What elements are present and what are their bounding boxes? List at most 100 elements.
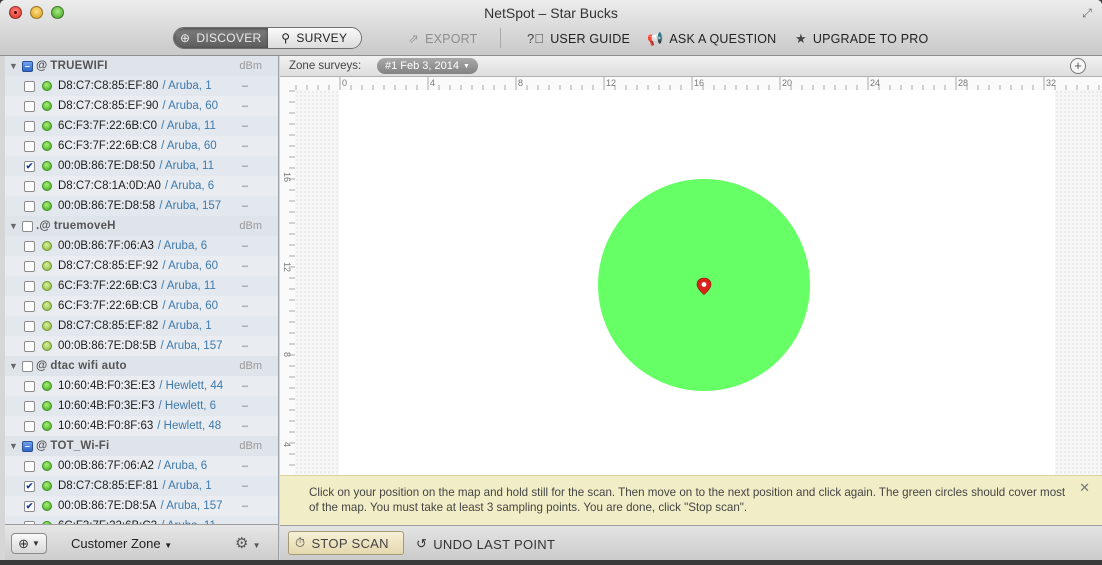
signal-status-icon	[42, 81, 52, 91]
access-point-checkbox[interactable]	[24, 260, 35, 272]
access-point-checkbox[interactable]	[24, 140, 35, 152]
disclosure-triangle-icon[interactable]: ▼	[9, 361, 21, 371]
signal-status-icon	[42, 161, 52, 171]
access-point-row[interactable]: 6C:F3:7F:22:6B:C3/ Aruba, 11 –	[5, 276, 278, 296]
signal-status-icon	[42, 501, 52, 511]
export-button[interactable]: ⇗ EXPORT	[408, 31, 477, 47]
window-bottom-edge	[0, 560, 1102, 565]
bssid: D8:C7:C8:85:EF:90	[58, 100, 159, 112]
access-point-row[interactable]: ✔ 00:0B:86:7E:D8:5A / Aruba, 157 –	[5, 496, 278, 516]
access-point-row[interactable]: D8:C7:C8:1A:0D:A0/ Aruba, 6 –	[5, 176, 278, 196]
signal-status-icon	[42, 201, 52, 211]
group-name: @	[36, 360, 48, 372]
disclosure-triangle-icon[interactable]: ▼	[9, 61, 21, 71]
access-point-row[interactable]: 00:0B:86:7E:D8:58/ Aruba, 157 –	[5, 196, 278, 216]
access-point-row[interactable]: 10:60:4B:F0:8F:63/ Hewlett, 48 –	[5, 416, 278, 436]
group-checkbox[interactable]	[22, 360, 33, 372]
access-point-checkbox[interactable]	[24, 380, 35, 392]
access-point-checkbox[interactable]	[24, 340, 35, 352]
network-group[interactable]: ▼ @ dtac wifi auto dBm	[5, 356, 278, 376]
group-checkbox[interactable]: –	[22, 440, 33, 452]
access-point-checkbox[interactable]	[24, 400, 35, 412]
ruler-top: 0 4 8 12 16 20 24 28 32	[295, 77, 1100, 90]
add-survey-button[interactable]: +	[1070, 58, 1086, 74]
group-checkbox[interactable]: –	[22, 60, 33, 72]
access-point-row[interactable]: 6C:F3:7F:22:6B:C8/ Aruba, 60 –	[5, 136, 278, 156]
access-point-row[interactable]: D8:C7:C8:85:EF:90/ Aruba, 60 –	[5, 96, 278, 116]
access-point-row[interactable]: 10:60:4B:F0:3E:F3/ Hewlett, 6 –	[5, 396, 278, 416]
access-point-checkbox[interactable]	[24, 180, 35, 192]
vendor-channel: / Aruba, 6	[157, 240, 208, 252]
access-point-checkbox[interactable]: ✔	[24, 160, 35, 172]
access-point-row[interactable]: 6C:F3:7F:22:6B:C2/ Aruba, 11–	[5, 516, 278, 524]
zone-surveys-label: Zone surveys:	[289, 60, 362, 72]
discover-tab[interactable]: ⊕ DISCOVER	[174, 28, 268, 48]
access-point-row[interactable]: 00:0B:86:7E:D8:5B / Aruba, 157 –	[5, 336, 278, 356]
signal-status-icon	[42, 121, 52, 131]
network-group[interactable]: ▼ .@ truemoveH dBm	[5, 216, 278, 236]
bssid: D8:C7:C8:85:EF:80	[58, 80, 159, 92]
upgrade-button[interactable]: ★ UPGRADE TO PRO	[795, 31, 928, 47]
dbm-header: dBm	[239, 220, 262, 232]
access-point-row[interactable]: 6C:F3:7F:22:6B:CB / Aruba, 60 –	[5, 296, 278, 316]
stop-scan-button[interactable]: ⏱ STOP SCAN	[288, 531, 404, 555]
add-menu-button[interactable]: ⊕ ▼	[11, 533, 47, 554]
zone-survey-popup[interactable]: #1 Feb 3, 2014 ▼	[377, 58, 478, 74]
access-point-checkbox[interactable]	[24, 460, 35, 472]
group-checkbox[interactable]	[22, 220, 33, 232]
fullscreen-icon[interactable]: ⤢	[1080, 6, 1094, 20]
disclosure-triangle-icon[interactable]: ▼	[9, 221, 21, 231]
bssid: 10:60:4B:F0:8F:63	[58, 420, 154, 432]
signal-value: –	[241, 160, 248, 172]
app-window: NetSpot – Star Bucks ⤢ ⊕ DISCOVER ⚲ SURV…	[0, 0, 1102, 565]
ruler-label: 8	[282, 352, 292, 357]
access-point-checkbox[interactable]: ✔	[24, 480, 35, 492]
map-canvas[interactable]: 0 4 8 12 16 20 24 28 32 16 12 8 4	[280, 77, 1102, 525]
access-point-row[interactable]: 00:0B:86:7F:06:A2/ Aruba, 6 –	[5, 456, 278, 476]
group-name: @	[36, 60, 48, 72]
signal-value: –	[241, 120, 248, 132]
floor-plan[interactable]	[295, 90, 1102, 525]
access-point-checkbox[interactable]	[24, 120, 35, 132]
bssid: 00:0B:86:7F:06:A3	[58, 240, 154, 252]
chevron-down-icon: ▼	[463, 62, 470, 70]
ruler-left: 16 12 8 4	[282, 90, 295, 521]
access-point-row[interactable]: D8:C7:C8:85:EF:82/ Aruba, 1 –	[5, 316, 278, 336]
access-point-checkbox[interactable]	[24, 280, 35, 292]
undo-last-point-button[interactable]: ↺ UNDO LAST POINT	[416, 536, 555, 552]
access-point-row[interactable]: 6C:F3:7F:22:6B:C0/ Aruba, 11 –	[5, 116, 278, 136]
star-icon: ★	[795, 31, 807, 46]
access-point-row[interactable]: D8:C7:C8:85:EF:92/ Aruba, 60 –	[5, 256, 278, 276]
survey-tab[interactable]: ⚲ SURVEY	[267, 28, 361, 48]
access-point-checkbox[interactable]	[24, 100, 35, 112]
access-point-row[interactable]: ✔ 00:0B:86:7E:D8:50/ Aruba, 11 –	[5, 156, 278, 176]
signal-status-icon	[42, 421, 52, 431]
signal-value: –	[241, 180, 248, 192]
ruler-label: 8	[518, 78, 523, 88]
network-group[interactable]: ▼ – @ TRUEWIFI dBm	[5, 56, 278, 76]
access-point-checkbox[interactable]	[24, 420, 35, 432]
user-guide-button[interactable]: ?⃝ USER GUIDE	[527, 31, 630, 46]
settings-menu-button[interactable]: ⚙ ▼	[235, 534, 261, 552]
ask-question-button[interactable]: 📢 ASK A QUESTION	[647, 31, 776, 47]
access-point-row[interactable]: 10:60:4B:F0:3E:E3/ Hewlett, 44 –	[5, 376, 278, 396]
vendor-channel: / Aruba, 11	[161, 280, 216, 292]
vendor-channel: / Aruba, 60	[162, 100, 218, 112]
zone-selector-label: Customer Zone	[71, 536, 161, 551]
access-point-checkbox[interactable]	[24, 80, 35, 92]
access-point-checkbox[interactable]: ✔	[24, 500, 35, 512]
access-point-row[interactable]: D8:C7:C8:85:EF:80/ Aruba, 1 –	[5, 76, 278, 96]
network-group[interactable]: ▼ – @ TOT_Wi-Fi dBm	[5, 436, 278, 456]
discover-tab-label: DISCOVER	[196, 31, 262, 45]
access-point-row[interactable]: 00:0B:86:7F:06:A3/ Aruba, 6 –	[5, 236, 278, 256]
close-icon[interactable]: ✕	[1079, 480, 1090, 495]
access-point-checkbox[interactable]	[24, 240, 35, 252]
access-point-checkbox[interactable]	[24, 320, 35, 332]
zone-selector[interactable]: Customer Zone ▼	[71, 536, 172, 551]
bssid: D8:C7:C8:85:EF:82	[58, 320, 159, 332]
ruler-label: 12	[606, 78, 616, 88]
access-point-row[interactable]: ✔ D8:C7:C8:85:EF:81/ Aruba, 1 –	[5, 476, 278, 496]
disclosure-triangle-icon[interactable]: ▼	[9, 441, 21, 451]
access-point-checkbox[interactable]	[24, 200, 35, 212]
access-point-checkbox[interactable]	[24, 300, 35, 312]
